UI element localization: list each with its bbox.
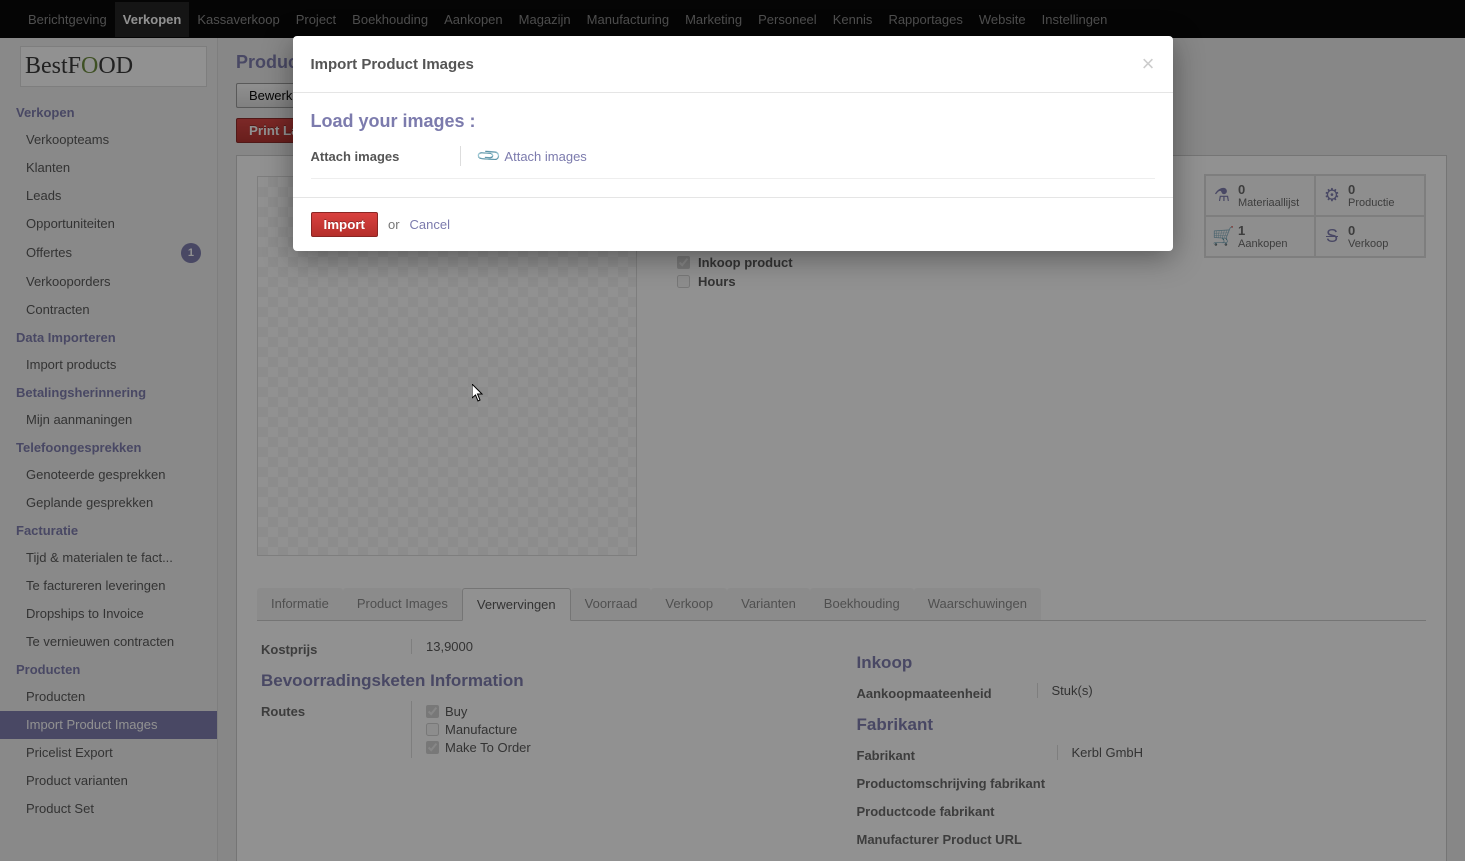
- import-button[interactable]: Import: [311, 212, 378, 237]
- modal-overlay[interactable]: Import Product Images × Load your images…: [0, 0, 1465, 861]
- modal-title: Import Product Images: [311, 56, 474, 73]
- modal-close-button[interactable]: ×: [1142, 51, 1155, 77]
- attach-images-action[interactable]: 📎 Attach images: [461, 146, 587, 166]
- or-text: or: [388, 217, 400, 232]
- attach-images-label: Attach images: [311, 146, 461, 166]
- attach-images-text: Attach images: [504, 149, 586, 164]
- modal-section-title: Load your images :: [311, 111, 1155, 132]
- import-modal: Import Product Images × Load your images…: [293, 36, 1173, 251]
- paperclip-icon: 📎: [474, 142, 502, 170]
- cancel-link[interactable]: Cancel: [410, 217, 450, 232]
